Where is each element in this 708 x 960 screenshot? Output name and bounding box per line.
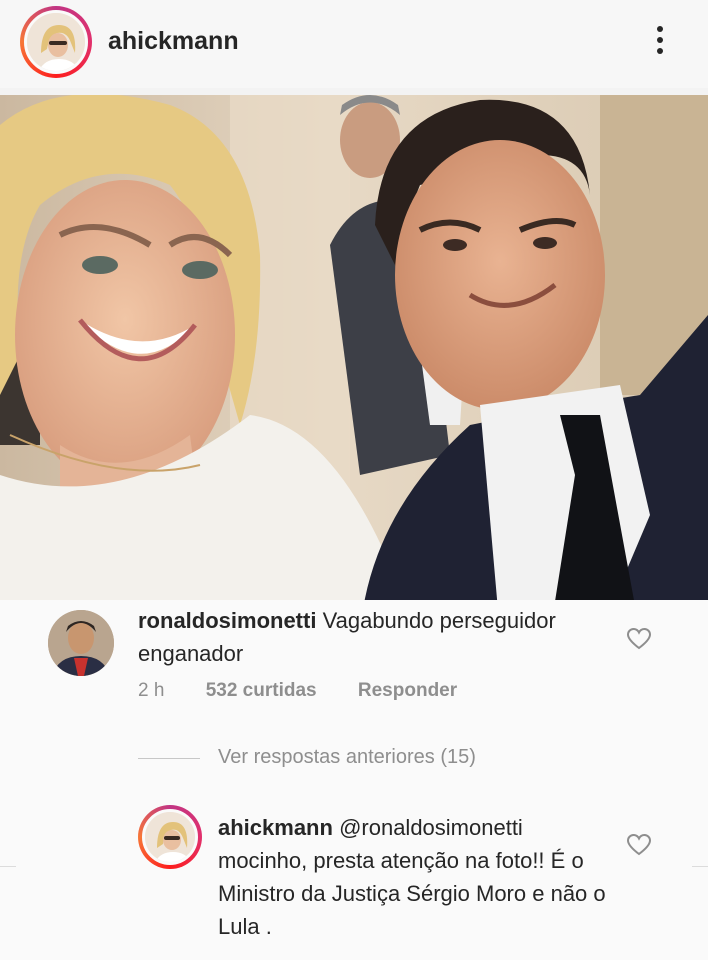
edge-divider-right (692, 866, 708, 867)
more-vertical-icon[interactable] (652, 26, 668, 62)
reply-mention[interactable]: @ronaldosimonetti (339, 815, 523, 840)
comment-meta: 2 h 532 curtidas Responder (138, 680, 493, 702)
post-header: ahickmann (0, 0, 708, 88)
heart-outline-icon[interactable] (626, 833, 652, 857)
post-username[interactable]: ahickmann (108, 27, 239, 56)
edge-divider-left (0, 866, 16, 867)
reply-avatar-photo (142, 809, 198, 865)
commenter-avatar[interactable] (48, 610, 114, 676)
divider-line (138, 758, 200, 759)
reply-button[interactable]: Responder (358, 680, 457, 701)
comment-time: 2 h (138, 680, 165, 701)
avatar-photo (24, 10, 88, 74)
comment-username[interactable]: ronaldosimonetti (138, 608, 316, 633)
reply-username[interactable]: ahickmann (218, 815, 333, 840)
comment-likes[interactable]: 532 curtidas (206, 680, 317, 701)
reply-avatar[interactable] (138, 805, 202, 869)
profile-avatar[interactable] (20, 6, 92, 78)
heart-outline-icon[interactable] (626, 627, 652, 651)
view-replies-label[interactable]: Ver respostas anteriores (15) (218, 746, 476, 769)
reply-text: ahickmann @ronaldosimonetti mocinho, pre… (218, 811, 618, 943)
reply-body: mocinho, presta atenção na foto!! É o Mi… (218, 848, 606, 939)
post-photo (0, 95, 708, 633)
comment-text: ronaldosimonetti Vagabundo perseguidor e… (138, 604, 618, 670)
